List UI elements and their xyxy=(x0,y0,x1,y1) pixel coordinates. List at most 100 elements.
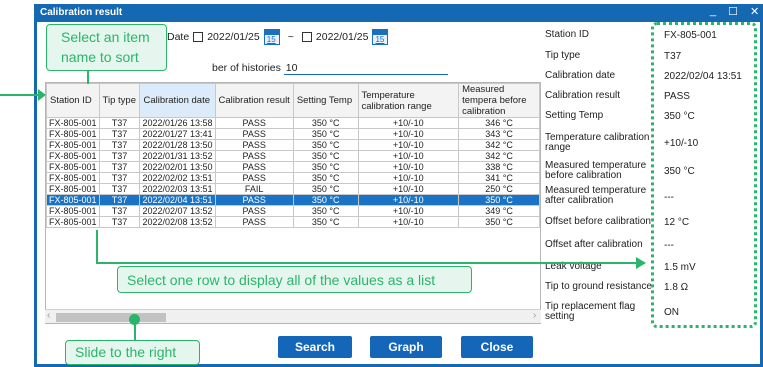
cell-measured-before: 250 °C xyxy=(458,183,540,195)
table-header-row: Station ID Tip type Calibration date Cal… xyxy=(46,83,540,118)
cell-station-id: FX-805-001 xyxy=(46,161,100,173)
cell-tip-type: T37 xyxy=(98,216,141,228)
cell-temp-range: +10/-10 xyxy=(357,216,460,228)
cell-station-id: FX-805-001 xyxy=(46,139,100,151)
cell-setting-temp: 350 °C xyxy=(292,194,359,206)
date-to-checkbox[interactable] xyxy=(301,32,312,42)
cell-calibration-date: 2022/02/03 13:51 xyxy=(139,183,216,195)
detail-label: Tip replacement flag setting xyxy=(545,301,636,322)
cell-calibration-date: 2022/01/31 13:52 xyxy=(139,150,216,162)
cell-calibration-date: 2022/01/27 13:41 xyxy=(139,128,216,140)
cell-calibration-result: PASS xyxy=(214,150,294,162)
cell-tip-type: T37 xyxy=(98,117,141,129)
sort-callout-pointer xyxy=(87,70,89,84)
cell-calibration-result: PASS xyxy=(214,161,294,173)
detail-label: Measured temperature before calibration xyxy=(545,160,647,181)
cell-calibration-date: 2022/02/01 13:50 xyxy=(139,161,216,173)
column-header-temp-calibration-range[interactable]: Temperature calibration range xyxy=(357,83,460,118)
table-row[interactable]: FX-805-001 T37 2022/02/07 13:52 PASS 350 °C +… xyxy=(46,205,540,217)
detail-label: Calibration date xyxy=(545,70,616,81)
cell-setting-temp: 350 °C xyxy=(292,161,359,173)
column-header-calibration-result[interactable]: Calibration result xyxy=(214,83,294,118)
cell-station-id: FX-805-001 xyxy=(46,172,100,184)
cell-tip-type: T37 xyxy=(98,128,141,140)
cell-setting-temp: 350 °C xyxy=(292,117,359,129)
column-header-setting-temp[interactable]: Setting Temp xyxy=(292,83,359,118)
date-separator: ~ xyxy=(287,31,294,43)
maximize-icon[interactable]: ☐ xyxy=(728,5,738,18)
row-arrow-vertical xyxy=(96,230,98,264)
minimize-icon[interactable]: _ xyxy=(710,5,716,17)
detail-label: Tip to ground resistance xyxy=(545,281,652,292)
cell-setting-temp: 350 °C xyxy=(292,216,359,228)
cell-temp-range: +10/-10 xyxy=(357,194,460,206)
cell-station-id: FX-805-001 xyxy=(46,117,100,129)
cell-calibration-result: FAIL xyxy=(214,183,294,195)
date-to-value[interactable]: 2022/01/25 xyxy=(316,31,369,43)
column-header-calibration-date[interactable]: Calibration date xyxy=(139,83,216,118)
detail-label: Station ID xyxy=(545,29,589,40)
cell-calibration-date: 2022/02/08 13:52 xyxy=(139,216,216,228)
table-row[interactable]: FX-805-001 T37 2022/02/04 13:51 PASS 350 °C +… xyxy=(46,194,540,206)
histories-row: ber of histories 10 xyxy=(212,62,448,75)
scrollbar-thumb[interactable] xyxy=(56,313,166,322)
close-window-icon[interactable]: ✕ xyxy=(750,5,759,18)
table-row[interactable]: FX-805-001 T37 2022/01/28 13:50 PASS 350 °C +… xyxy=(46,139,540,151)
title-bar: Calibration result _ ☐ ✕ xyxy=(34,4,763,22)
table-row[interactable]: FX-805-001 T37 2022/02/03 13:51 FAIL 350 °C +… xyxy=(46,183,540,195)
column-header-station-id[interactable]: Station ID xyxy=(46,83,100,118)
calendar-to-icon[interactable]: 15 xyxy=(372,29,389,45)
cell-calibration-date: 2022/02/07 13:52 xyxy=(139,205,216,217)
detail-label: Tip type xyxy=(545,50,581,61)
date-from-checkbox[interactable] xyxy=(193,32,204,42)
cell-calibration-result: PASS xyxy=(214,128,294,140)
cell-measured-before: 350 °C xyxy=(458,194,540,206)
cell-temp-range: +10/-10 xyxy=(357,128,460,140)
cell-setting-temp: 350 °C xyxy=(292,139,359,151)
scroll-left-icon[interactable]: ‹ xyxy=(47,310,50,321)
cell-measured-before: 343 °C xyxy=(458,128,540,140)
cell-calibration-result: PASS xyxy=(214,194,294,206)
histories-input[interactable]: 10 xyxy=(283,62,448,75)
calendar-from-icon[interactable]: 15 xyxy=(263,29,280,45)
table-row[interactable]: FX-805-001 T37 2022/01/26 13:58 PASS 350 °C +… xyxy=(46,117,540,129)
cell-measured-before: 342 °C xyxy=(458,139,540,151)
cell-measured-before: 346 °C xyxy=(458,117,540,129)
left-arrow-line xyxy=(0,94,40,96)
history-table: Station ID Tip type Calibration date Cal… xyxy=(46,83,540,228)
date-from-value[interactable]: 2022/01/25 xyxy=(207,31,260,43)
cell-tip-type: T37 xyxy=(98,172,141,184)
cell-calibration-date: 2022/01/26 13:58 xyxy=(139,117,216,129)
detail-values-highlight xyxy=(651,22,757,328)
detail-label: Calibration result xyxy=(545,90,621,101)
table-row[interactable]: FX-805-001 T37 2022/02/08 13:52 PASS 350 °C +… xyxy=(46,216,540,228)
detail-label: Measured temperature after calibration xyxy=(545,185,647,206)
cell-measured-before: 342 °C xyxy=(458,150,540,162)
row-arrow-icon xyxy=(636,257,646,269)
horizontal-scrollbar[interactable]: ‹ › xyxy=(45,309,541,323)
close-button[interactable]: Close xyxy=(461,336,533,358)
table-row[interactable]: FX-805-001 T37 2022/02/01 13:50 PASS 350 °C +… xyxy=(46,161,540,173)
cell-station-id: FX-805-001 xyxy=(46,205,100,217)
table-row[interactable]: FX-805-001 T37 2022/01/31 13:52 PASS 350 °C +… xyxy=(46,150,540,162)
column-header-measured-temp-before[interactable]: Measured tempera before calibration xyxy=(458,83,540,118)
cell-calibration-date: 2022/02/04 13:51 xyxy=(139,194,216,206)
cell-tip-type: T37 xyxy=(98,139,141,151)
cell-station-id: FX-805-001 xyxy=(46,194,100,206)
scroll-thumb-marker xyxy=(129,314,140,325)
graph-button[interactable]: Graph xyxy=(370,336,442,358)
table-row[interactable]: FX-805-001 T37 2022/01/27 13:41 PASS 350 °C +… xyxy=(46,128,540,140)
cell-station-id: FX-805-001 xyxy=(46,216,100,228)
scroll-right-icon[interactable]: › xyxy=(533,310,536,321)
cell-tip-type: T37 xyxy=(98,205,141,217)
search-button[interactable]: Search xyxy=(278,336,352,358)
cell-temp-range: +10/-10 xyxy=(357,139,460,151)
cell-temp-range: +10/-10 xyxy=(357,205,460,217)
window-title: Calibration result xyxy=(40,7,123,18)
column-header-tip-type[interactable]: Tip type xyxy=(98,83,141,118)
cell-tip-type: T37 xyxy=(98,161,141,173)
date-filter: Date 2022/01/25 15 ~ 2022/01/25 15 xyxy=(167,27,389,47)
cell-tip-type: T37 xyxy=(98,183,141,195)
cell-setting-temp: 350 °C xyxy=(292,172,359,184)
table-row[interactable]: FX-805-001 T37 2022/02/02 13:51 PASS 350 °C +… xyxy=(46,172,540,184)
